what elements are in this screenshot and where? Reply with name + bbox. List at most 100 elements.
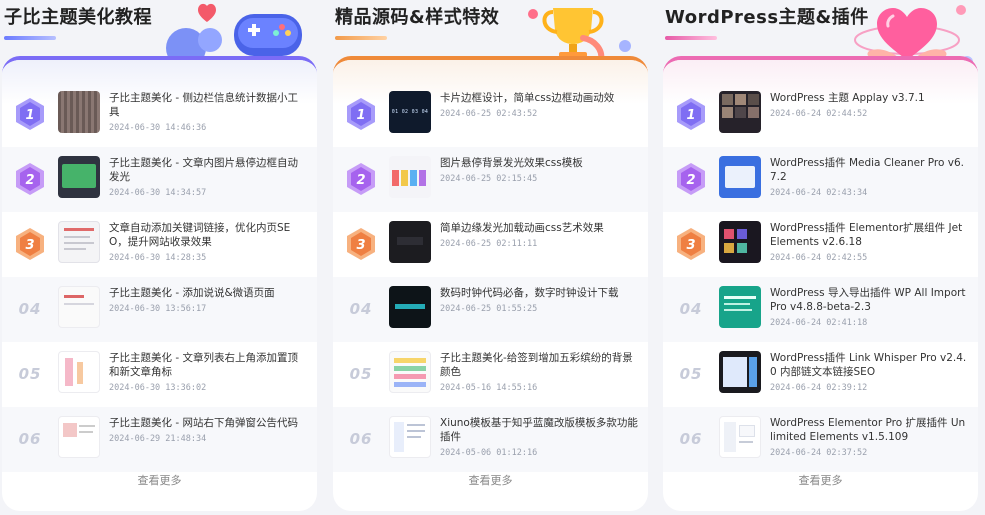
list-item[interactable]: 3 简单边缘发光加载动画css艺术效果 2024-06-25 02:11:11 bbox=[333, 212, 648, 277]
item-date: 2024-06-25 01:55:25 bbox=[440, 304, 538, 314]
list-item[interactable]: 05 子比主题美化 - 文章列表右上角添加置顶和新文章角标 2024-06-30… bbox=[2, 342, 317, 407]
rank-badge: 1 bbox=[2, 91, 58, 137]
list-item[interactable]: 2 图片悬停背景发光效果css模板 2024-06-25 02:15:45 bbox=[333, 147, 648, 212]
medal-icon: 1 bbox=[347, 98, 375, 130]
item-title[interactable]: 子比主题美化 - 文章列表右上角添加置顶和新文章角标 bbox=[109, 351, 307, 379]
view-more-link[interactable]: 查看更多 bbox=[333, 472, 648, 488]
item-date: 2024-06-30 14:46:36 bbox=[109, 123, 207, 133]
item-title[interactable]: WordPress Elementor Pro 扩展插件 Unlimited E… bbox=[770, 416, 968, 444]
ranking-list: 1 WordPress 主题 Applay v3.7.1 2024-06-24 … bbox=[663, 82, 978, 472]
list-item[interactable]: 2 子比主题美化 - 文章内图片悬停边框自动发光 2024-06-30 14:3… bbox=[2, 147, 317, 212]
item-thumbnail[interactable] bbox=[719, 91, 761, 133]
item-thumbnail[interactable] bbox=[389, 416, 431, 458]
rank-badge: 04 bbox=[663, 286, 719, 332]
item-title[interactable]: 子比主题美化 - 网站右下角弹窗公告代码 bbox=[109, 416, 307, 430]
item-thumbnail[interactable] bbox=[58, 91, 100, 133]
item-title[interactable]: 简单边缘发光加载动画css艺术效果 bbox=[440, 221, 638, 235]
item-date: 2024-06-24 02:39:12 bbox=[770, 383, 868, 393]
item-date: 2024-05-06 01:12:16 bbox=[440, 448, 538, 458]
item-title[interactable]: 子比主题美化 - 文章内图片悬停边框自动发光 bbox=[109, 156, 307, 184]
list-item[interactable]: 1 01 02 03 04 卡片边框设计，简单css边框动画动效 2024-06… bbox=[333, 82, 648, 147]
item-date: 2024-06-24 02:42:55 bbox=[770, 253, 868, 263]
item-thumbnail[interactable] bbox=[58, 351, 100, 393]
item-title[interactable]: 子比主题美化 - 添加说说&微语页面 bbox=[109, 286, 307, 300]
view-more-link[interactable]: 查看更多 bbox=[663, 472, 978, 488]
rank-number: 06 bbox=[679, 430, 703, 448]
rank-badge: 2 bbox=[663, 156, 719, 202]
rank-number: 04 bbox=[679, 300, 703, 318]
rank-badge: 3 bbox=[2, 221, 58, 267]
rank-badge: 05 bbox=[2, 351, 58, 397]
list-item[interactable]: 05 子比主题美化-给签到增加五彩缤纷的背景颜色 2024-05-16 14:5… bbox=[333, 342, 648, 407]
svg-text:3: 3 bbox=[25, 238, 34, 253]
item-thumbnail[interactable] bbox=[389, 221, 431, 263]
item-thumbnail[interactable] bbox=[719, 221, 761, 263]
medal-icon: 3 bbox=[347, 228, 375, 260]
rank-number: 04 bbox=[349, 300, 373, 318]
rank-number: 05 bbox=[679, 365, 703, 383]
item-title[interactable]: Xiuno模板基于知乎蓝魔改版模板多款功能插件 bbox=[440, 416, 638, 444]
item-date: 2024-06-24 02:41:18 bbox=[770, 318, 868, 328]
item-thumbnail[interactable] bbox=[719, 156, 761, 198]
thumbnail-text: 01 02 03 04 bbox=[391, 109, 429, 115]
ranking-list: 1 01 02 03 04 卡片边框设计，简单css边框动画动效 2024-06… bbox=[333, 82, 648, 472]
svg-text:3: 3 bbox=[686, 238, 695, 253]
item-date: 2024-06-30 14:28:35 bbox=[109, 253, 207, 263]
medal-icon: 2 bbox=[347, 163, 375, 195]
item-thumbnail[interactable] bbox=[719, 416, 761, 458]
medal-icon: 3 bbox=[16, 228, 44, 260]
svg-text:2: 2 bbox=[356, 173, 365, 188]
title-underline bbox=[335, 36, 387, 40]
item-title[interactable]: 卡片边框设计，简单css边框动画动效 bbox=[440, 91, 638, 105]
item-thumbnail[interactable] bbox=[389, 156, 431, 198]
rank-badge: 05 bbox=[663, 351, 719, 397]
item-thumbnail[interactable]: 01 02 03 04 bbox=[389, 91, 431, 133]
item-date: 2024-06-25 02:15:45 bbox=[440, 174, 538, 184]
rank-number: 05 bbox=[18, 365, 42, 383]
item-title[interactable]: WordPress插件 Elementor扩展组件 JetElements v2… bbox=[770, 221, 968, 249]
item-thumbnail[interactable] bbox=[58, 221, 100, 263]
list-item[interactable]: 1 WordPress 主题 Applay v3.7.1 2024-06-24 … bbox=[663, 82, 978, 147]
item-title[interactable]: WordPress插件 Media Cleaner Pro v6.7.2 bbox=[770, 156, 968, 184]
item-date: 2024-06-25 02:43:52 bbox=[440, 109, 538, 119]
column-title[interactable]: WordPress主题&插件 bbox=[665, 3, 869, 29]
item-title[interactable]: WordPress插件 Link Whisper Pro v2.4.0 内部链文… bbox=[770, 351, 968, 379]
ranking-list: 1 子比主题美化 - 侧边栏信息统计数据小工具 2024-06-30 14:46… bbox=[2, 82, 317, 472]
item-title[interactable]: 文章自动添加关键词链接，优化内页SEO，提升网站收录效果 bbox=[109, 221, 307, 249]
list-item[interactable]: 05 WordPress插件 Link Whisper Pro v2.4.0 内… bbox=[663, 342, 978, 407]
item-thumbnail[interactable] bbox=[389, 286, 431, 328]
item-thumbnail[interactable] bbox=[719, 286, 761, 328]
list-item[interactable]: 04 数码时钟代码必备，数字时钟设计下载 2024-06-25 01:55:25 bbox=[333, 277, 648, 342]
item-title[interactable]: 子比主题美化 - 侧边栏信息统计数据小工具 bbox=[109, 91, 307, 119]
item-title[interactable]: 数码时钟代码必备，数字时钟设计下载 bbox=[440, 286, 638, 300]
list-item[interactable]: 3 WordPress插件 Elementor扩展组件 JetElements … bbox=[663, 212, 978, 277]
list-item[interactable]: 04 WordPress 导入导出插件 WP All Import Pro v4… bbox=[663, 277, 978, 342]
item-title[interactable]: WordPress 主题 Applay v3.7.1 bbox=[770, 91, 968, 105]
list-item[interactable]: 06 子比主题美化 - 网站右下角弹窗公告代码 2024-06-29 21:48… bbox=[2, 407, 317, 472]
item-title[interactable]: WordPress 导入导出插件 WP All Import Pro v4.8.… bbox=[770, 286, 968, 314]
item-date: 2024-06-30 13:36:02 bbox=[109, 383, 207, 393]
rank-badge: 2 bbox=[2, 156, 58, 202]
item-date: 2024-06-30 14:34:57 bbox=[109, 188, 207, 198]
view-more-link[interactable]: 查看更多 bbox=[2, 472, 317, 488]
column-title[interactable]: 子比主题美化教程 bbox=[4, 3, 152, 29]
list-item[interactable]: 2 WordPress插件 Media Cleaner Pro v6.7.2 2… bbox=[663, 147, 978, 212]
item-thumbnail[interactable] bbox=[58, 286, 100, 328]
list-card: 1 子比主题美化 - 侧边栏信息统计数据小工具 2024-06-30 14:46… bbox=[2, 56, 317, 511]
list-item[interactable]: 1 子比主题美化 - 侧边栏信息统计数据小工具 2024-06-30 14:46… bbox=[2, 82, 317, 147]
item-thumbnail[interactable] bbox=[58, 156, 100, 198]
list-item[interactable]: 04 子比主题美化 - 添加说说&微语页面 2024-06-30 13:56:1… bbox=[2, 277, 317, 342]
item-title[interactable]: 图片悬停背景发光效果css模板 bbox=[440, 156, 638, 170]
item-date: 2024-05-16 14:55:16 bbox=[440, 383, 538, 393]
item-thumbnail[interactable] bbox=[389, 351, 431, 393]
list-item[interactable]: 06 Xiuno模板基于知乎蓝魔改版模板多款功能插件 2024-05-06 01… bbox=[333, 407, 648, 472]
item-date: 2024-06-24 02:37:52 bbox=[770, 448, 868, 458]
item-title[interactable]: 子比主题美化-给签到增加五彩缤纷的背景颜色 bbox=[440, 351, 638, 379]
item-date: 2024-06-30 13:56:17 bbox=[109, 304, 207, 314]
item-thumbnail[interactable] bbox=[719, 351, 761, 393]
list-item[interactable]: 06 WordPress Elementor Pro 扩展插件 Unlimite… bbox=[663, 407, 978, 472]
item-thumbnail[interactable] bbox=[58, 416, 100, 458]
column-title[interactable]: 精品源码&样式特效 bbox=[335, 3, 499, 29]
medal-icon: 2 bbox=[677, 163, 705, 195]
list-item[interactable]: 3 文章自动添加关键词链接，优化内页SEO，提升网站收录效果 2024-06-3… bbox=[2, 212, 317, 277]
